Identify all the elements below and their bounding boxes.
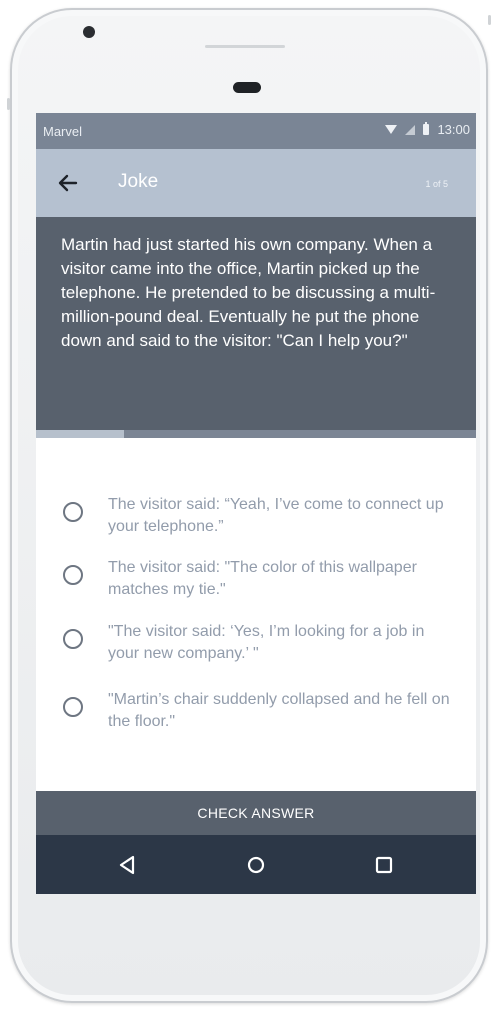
- answer-option[interactable]: "The visitor said: ‘Yes, I’m looking for…: [36, 621, 476, 675]
- answer-option[interactable]: The visitor said: "The color of this wal…: [36, 557, 476, 611]
- earpiece-speaker: [205, 45, 285, 48]
- status-bar: Marvel 13:00: [36, 113, 476, 149]
- nav-back-button[interactable]: [109, 847, 145, 883]
- wifi-icon: [385, 125, 398, 134]
- recents-square-icon: [375, 856, 393, 874]
- radio-button[interactable]: [63, 502, 83, 522]
- answer-option[interactable]: The visitor said: “Yeah, I’ve come to co…: [36, 494, 476, 548]
- proximity-sensor: [233, 82, 261, 93]
- answer-option-label: "The visitor said: ‘Yes, I’m looking for…: [108, 623, 425, 662]
- question-panel: Martin had just started his own company.…: [36, 217, 476, 430]
- battery-icon: [423, 122, 430, 135]
- nav-home-button[interactable]: [238, 847, 274, 883]
- arrow-left-icon: [58, 174, 78, 192]
- front-camera: [83, 26, 95, 38]
- nav-recents-button[interactable]: [366, 847, 402, 883]
- question-counter: 1 of 5: [425, 179, 448, 189]
- back-button[interactable]: [54, 169, 82, 197]
- back-triangle-icon: [119, 855, 135, 875]
- radio-button[interactable]: [63, 697, 83, 717]
- status-time: 13:00: [437, 122, 470, 137]
- phone-side-button: [7, 98, 10, 110]
- signal-icon: [405, 124, 416, 135]
- answer-option-label: The visitor said: "The color of this wal…: [108, 559, 417, 598]
- home-circle-icon: [247, 856, 265, 874]
- answer-option-label: "Martin’s chair suddenly collapsed and h…: [108, 691, 450, 730]
- progress-bar-fill: [36, 430, 124, 438]
- page-title: Joke: [118, 171, 159, 192]
- progress-bar: [36, 430, 476, 438]
- carrier-name: Marvel: [43, 124, 83, 139]
- radio-button[interactable]: [63, 565, 83, 585]
- check-answer-button[interactable]: CHECK ANSWER: [36, 791, 476, 835]
- answer-option-label: The visitor said: “Yeah, I’ve come to co…: [108, 496, 444, 535]
- answer-option[interactable]: "Martin’s chair suddenly collapsed and h…: [36, 689, 476, 743]
- question-text: Martin had just started his own company.…: [61, 235, 436, 350]
- status-icons: 13:00: [385, 122, 470, 137]
- phone-side-button: [488, 15, 491, 25]
- app-bar: Joke 1 of 5: [36, 149, 476, 217]
- phone-screen: Marvel 13:00 Joke 1 of 5 Martin had just…: [36, 113, 476, 894]
- android-nav-bar: [36, 835, 476, 894]
- radio-button[interactable]: [63, 629, 83, 649]
